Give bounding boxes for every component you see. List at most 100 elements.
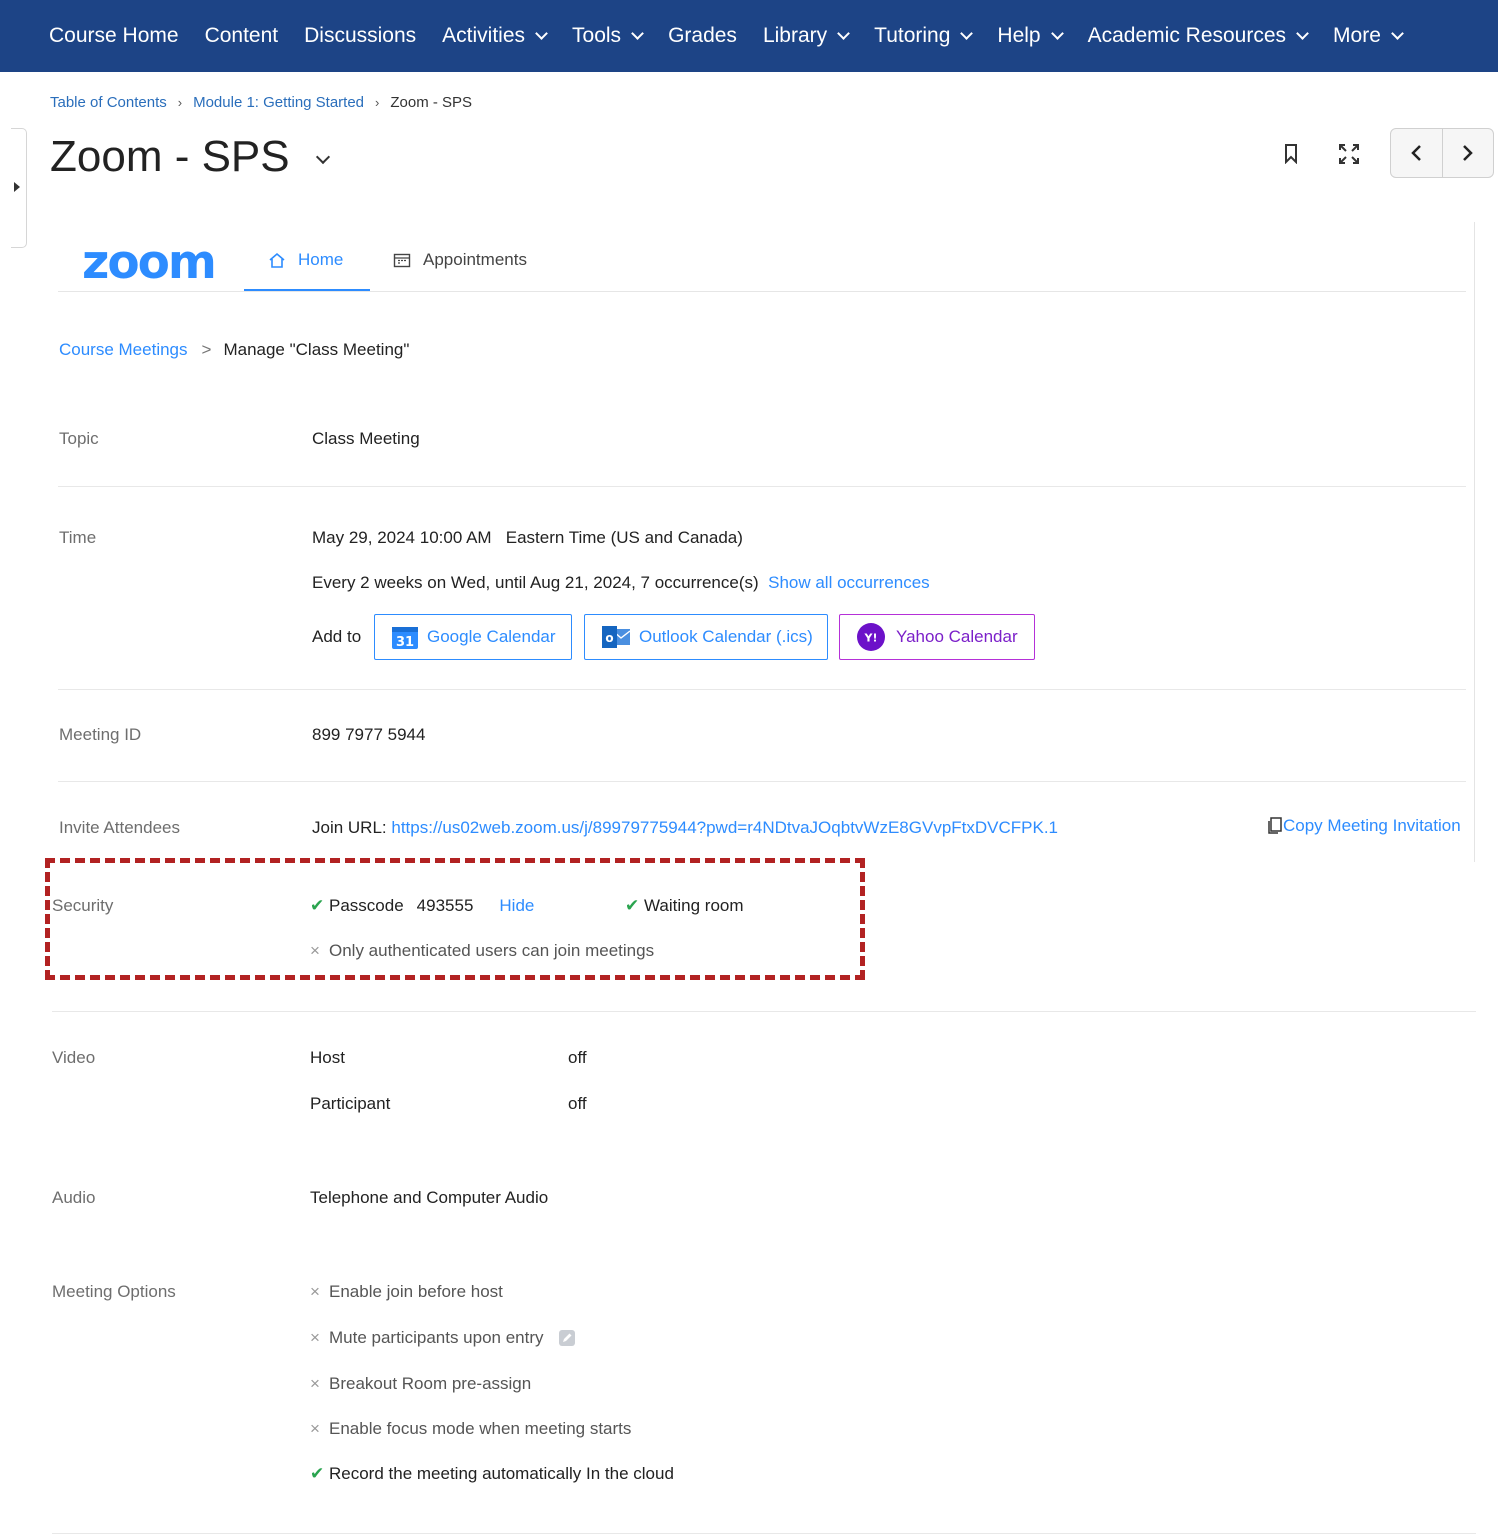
next-topic-button[interactable] [1441,129,1494,177]
chevron-down-icon [837,26,851,40]
audio-value: Telephone and Computer Audio [310,1188,549,1207]
option-label: Record the meeting automatically In the … [329,1464,674,1483]
meeting-id-value: 899 7977 5944 [312,725,426,744]
nav-label: Grades [668,24,737,47]
join-url-link[interactable]: https://us02web.zoom.us/j/89979775944?pw… [391,818,1058,837]
nav-academic-resources[interactable]: Academic Resources [1075,0,1320,72]
nav-library[interactable]: Library [750,0,861,72]
breadcrumb-module-1[interactable]: Module 1: Getting Started [193,94,364,111]
nav-label: Discussions [304,24,417,47]
topic-value: Class Meeting [312,429,420,448]
zoom-logo-graphic: zoom [82,235,217,290]
breadcrumb-separator-icon: › [375,95,380,110]
nav-label: More [1333,24,1381,47]
home-icon [269,252,285,268]
google-calendar-label: Google Calendar [427,627,556,646]
frame-border [1474,222,1475,862]
breadcrumb-separator-icon: › [177,95,183,110]
cross-icon: × [310,1374,320,1393]
breadcrumb: Table of Contents › Module 1: Getting St… [50,94,472,111]
meeting-date: May 29, 2024 10:00 AM [312,528,492,547]
nav-tools[interactable]: Tools [559,0,655,72]
chevron-down-icon [631,26,644,40]
row-divider [58,781,1466,782]
option-label: Enable join before host [329,1282,503,1301]
security-highlight-box [45,858,865,980]
bookmark-button[interactable] [1276,128,1306,180]
meeting-recurrence: Every 2 weeks on Wed, until Aug 21, 2024… [312,573,930,593]
audio-label: Audio [52,1188,96,1207]
meeting-id-label: Meeting ID [59,725,142,744]
row-divider [52,1011,1476,1012]
chevron-down-icon [1296,26,1309,40]
option-auto-record-cloud: ✔ Record the meeting automatically In th… [310,1464,674,1484]
nav-content[interactable]: Content [192,0,292,72]
cross-icon: × [310,1419,320,1438]
tabs-divider [58,291,1466,292]
nav-label: Library [762,24,828,47]
nav-course-home[interactable]: Course Home [36,0,192,72]
nav-label: Tools [572,24,622,47]
edit-icon[interactable] [558,1329,576,1347]
topic-pager [1390,128,1494,178]
copy-meeting-invitation-label: Copy Meeting Invitation [1283,816,1461,835]
course-meetings-link[interactable]: Course Meetings [59,340,188,360]
nav-discussions[interactable]: Discussions [291,0,429,72]
nav-label: Course Home [49,24,179,47]
chevron-down-icon [1391,26,1404,40]
page-title[interactable]: Zoom - SPS [50,132,330,182]
tab-home[interactable]: Home [268,250,343,270]
caret-right-icon [14,182,20,192]
nav-activities[interactable]: Activities [429,0,559,72]
previous-topic-button[interactable] [1391,129,1442,177]
copy-meeting-invitation-button[interactable]: Copy Meeting Invitation [1267,816,1461,836]
nav-tutoring[interactable]: Tutoring [861,0,984,72]
video-label: Video [52,1048,96,1067]
meeting-breadcrumb: Course Meetings > Manage "Class Meeting" [59,340,409,360]
yahoo-calendar-button[interactable]: Y! Yahoo Calendar [839,614,1035,660]
row-divider [58,689,1466,690]
outlook-calendar-button[interactable]: o Outlook Calendar (.ics) [584,614,828,660]
join-url-label: Join URL: [312,818,387,837]
tab-appointments-label: Appointments [423,250,527,269]
join-url-row: Join URL: https://us02web.zoom.us/j/8997… [312,818,1058,838]
nav-help[interactable]: Help [984,0,1074,72]
option-join-before-host: × Enable join before host [310,1282,503,1302]
chevron-down-icon [1050,26,1064,40]
topic-actions [1276,128,1364,180]
side-panel-toggle[interactable] [11,128,27,248]
google-calendar-button[interactable]: 31 Google Calendar [374,614,572,660]
topic-label: Topic [59,429,99,448]
cross-icon: × [310,1328,320,1347]
nav-label: Content [204,24,279,47]
chevron-down-icon [535,26,548,40]
cross-icon: × [310,1282,320,1301]
chevron-down-icon [315,149,330,165]
fullscreen-button[interactable] [1334,128,1364,180]
check-icon: ✔ [310,1464,325,1483]
nav-label: Tutoring [874,24,951,47]
yahoo-calendar-label: Yahoo Calendar [896,627,1018,646]
recurrence-text: Every 2 weeks on Wed, until Aug 21, 2024… [312,573,759,592]
nav-more[interactable]: More [1320,0,1415,72]
add-to-label: Add to [312,627,362,646]
bookmark-icon [1285,144,1297,164]
video-participant-value: off [568,1094,587,1113]
page-title-text: Zoom - SPS [50,132,290,181]
outlook-icon: o [602,626,631,648]
chevron-down-icon [960,26,974,40]
google-calendar-icon: 31 [392,627,418,650]
nav-grades[interactable]: Grades [655,0,750,72]
nav-label: Academic Resources [1087,24,1287,47]
breadcrumb-table-of-contents[interactable]: Table of Contents [50,94,167,111]
time-label: Time [59,528,97,547]
option-label: Breakout Room pre-assign [329,1374,532,1393]
fullscreen-icon [1339,144,1359,164]
tab-home-label: Home [298,250,344,269]
option-label: Mute participants upon entry [329,1328,544,1347]
tab-appointments[interactable]: Appointments [393,250,527,270]
option-focus-mode: × Enable focus mode when meeting starts [310,1419,631,1439]
show-all-occurrences-link[interactable]: Show all occurrences [768,573,930,592]
google-calendar-icon-text: 31 [396,635,414,650]
nav-label: Help [997,24,1041,47]
